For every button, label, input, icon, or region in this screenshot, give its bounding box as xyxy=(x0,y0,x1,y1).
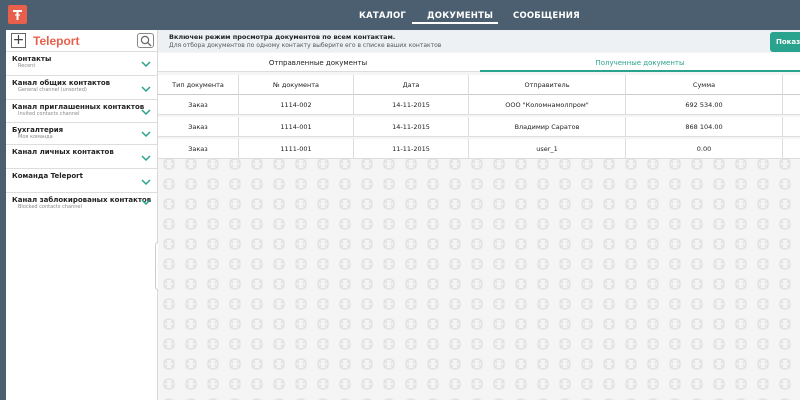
document-tabs: Отправленные документы Полученные докуме… xyxy=(158,53,800,72)
cell-number: 1114-001 xyxy=(239,117,354,137)
sidebar-item-team-teleport[interactable]: Команда Teleport xyxy=(6,169,158,193)
cell-type: Заказ xyxy=(158,117,239,137)
sidebar-item-title: Канал общих контактов xyxy=(12,79,111,87)
sidebar-item-personal-channel[interactable]: Канал личных контактов xyxy=(6,145,158,169)
cell-amount: 868 104.00 xyxy=(626,117,783,137)
nav-documents[interactable]: ДОКУМЕНТЫ xyxy=(427,11,493,21)
cell-amount: 0.00 xyxy=(626,139,783,159)
cell-type: Заказ xyxy=(158,139,239,159)
info-title: Включен режим просмотра документов по вс… xyxy=(169,33,396,41)
cell-extra xyxy=(783,117,800,137)
sidebar-item-title: Канал приглашенных контактов xyxy=(12,103,145,111)
sidebar-item-general-channel[interactable]: Канал общих контактов General channel (u… xyxy=(6,76,158,100)
tab-sent-documents[interactable]: Отправленные документы xyxy=(158,53,478,72)
column-header-extra xyxy=(783,75,800,95)
table-row[interactable]: Заказ 1114-002 14-11-2015 ООО "Коломнамо… xyxy=(158,95,800,115)
documents-panel: Включен режим просмотра документов по вс… xyxy=(158,30,800,400)
sidebar-title: Teleport xyxy=(33,34,80,48)
chevron-down-icon[interactable] xyxy=(141,154,151,162)
sidebar-item-subtitle: Invited contacts channel xyxy=(18,111,80,117)
add-contact-button[interactable]: + xyxy=(11,33,26,48)
cell-extra xyxy=(783,139,800,159)
column-header-amount[interactable]: Сумма xyxy=(626,75,783,95)
sidebar-item-subtitle: Моя команда xyxy=(18,134,53,140)
table-header-row: Тип документа № документа Дата Отправите… xyxy=(158,75,800,95)
nav-catalog[interactable]: КАТАЛОГ xyxy=(359,11,406,21)
tab-received-documents[interactable]: Полученные документы xyxy=(480,53,800,72)
background-pattern xyxy=(158,154,800,400)
sidebar-item-title: Канал заблокированых контактов xyxy=(12,196,152,204)
sidebar-item-subtitle: Recent xyxy=(18,63,36,69)
sidebar-item-contacts[interactable]: Контакты Recent xyxy=(6,52,158,76)
nav-active-underline xyxy=(412,22,498,24)
cell-amount: 692 534.00 xyxy=(626,95,783,115)
search-icon xyxy=(140,35,152,47)
chevron-down-icon[interactable] xyxy=(141,85,151,93)
table-row[interactable]: Заказ 1114-001 14-11-2015 Владимир Сарат… xyxy=(158,117,800,137)
column-header-date[interactable]: Дата xyxy=(354,75,469,95)
sidebar-header: + Teleport xyxy=(6,30,158,52)
sidebar-item-title: Канал личных контактов xyxy=(12,148,114,156)
top-bar: КАТАЛОГ ДОКУМЕНТЫ СООБЩЕНИЯ xyxy=(0,0,800,30)
table-row[interactable]: Заказ 1111-001 11-11-2015 user_1 0.00 xyxy=(158,139,800,159)
chevron-down-icon[interactable] xyxy=(141,130,151,138)
show-button[interactable]: Показа xyxy=(770,32,800,52)
cell-extra xyxy=(783,95,800,115)
cell-sender: user_1 xyxy=(469,139,626,159)
sidebar-item-blocked-channel[interactable]: Канал заблокированых контактов Blocked c… xyxy=(6,193,158,217)
chevron-down-icon[interactable] xyxy=(141,178,151,186)
main-nav: КАТАЛОГ ДОКУМЕНТЫ СООБЩЕНИЯ xyxy=(0,0,800,30)
sidebar-item-accounting[interactable]: Бухгалтерия Моя команда xyxy=(6,123,158,145)
nav-messages[interactable]: СООБЩЕНИЯ xyxy=(513,11,580,21)
sidebar-item-title: Контакты xyxy=(12,55,52,63)
cell-number: 1111-001 xyxy=(239,139,354,159)
column-header-number[interactable]: № документа xyxy=(239,75,354,95)
sidebar-item-subtitle: Blocked contacts channel xyxy=(18,204,82,210)
info-hint: Для отбора документов по одному контакту… xyxy=(169,42,442,49)
contacts-sidebar: + Teleport Контакты Recent Канал общих к… xyxy=(6,30,158,400)
cell-date: 14-11-2015 xyxy=(354,95,469,115)
search-button[interactable] xyxy=(137,33,154,48)
sidebar-item-title: Бухгалтерия xyxy=(12,126,64,134)
chevron-down-icon[interactable] xyxy=(141,198,151,206)
cell-type: Заказ xyxy=(158,95,239,115)
cell-number: 1114-002 xyxy=(239,95,354,115)
sidebar-item-subtitle: General channel (unsorted) xyxy=(18,87,87,93)
view-mode-info: Включен режим просмотра документов по вс… xyxy=(158,30,800,52)
cell-sender: ООО "Коломнамолпром" xyxy=(469,95,626,115)
cell-date: 11-11-2015 xyxy=(354,139,469,159)
cell-date: 14-11-2015 xyxy=(354,117,469,137)
sidebar-item-invited-channel[interactable]: Канал приглашенных контактов Invited con… xyxy=(6,100,158,123)
column-header-type[interactable]: Тип документа xyxy=(158,75,239,95)
sidebar-item-title: Команда Teleport xyxy=(12,172,83,180)
chevron-down-icon[interactable] xyxy=(141,108,151,116)
chevron-down-icon[interactable] xyxy=(141,60,151,68)
column-header-sender[interactable]: Отправитель xyxy=(469,75,626,95)
cell-sender: Владимир Саратов xyxy=(469,117,626,137)
